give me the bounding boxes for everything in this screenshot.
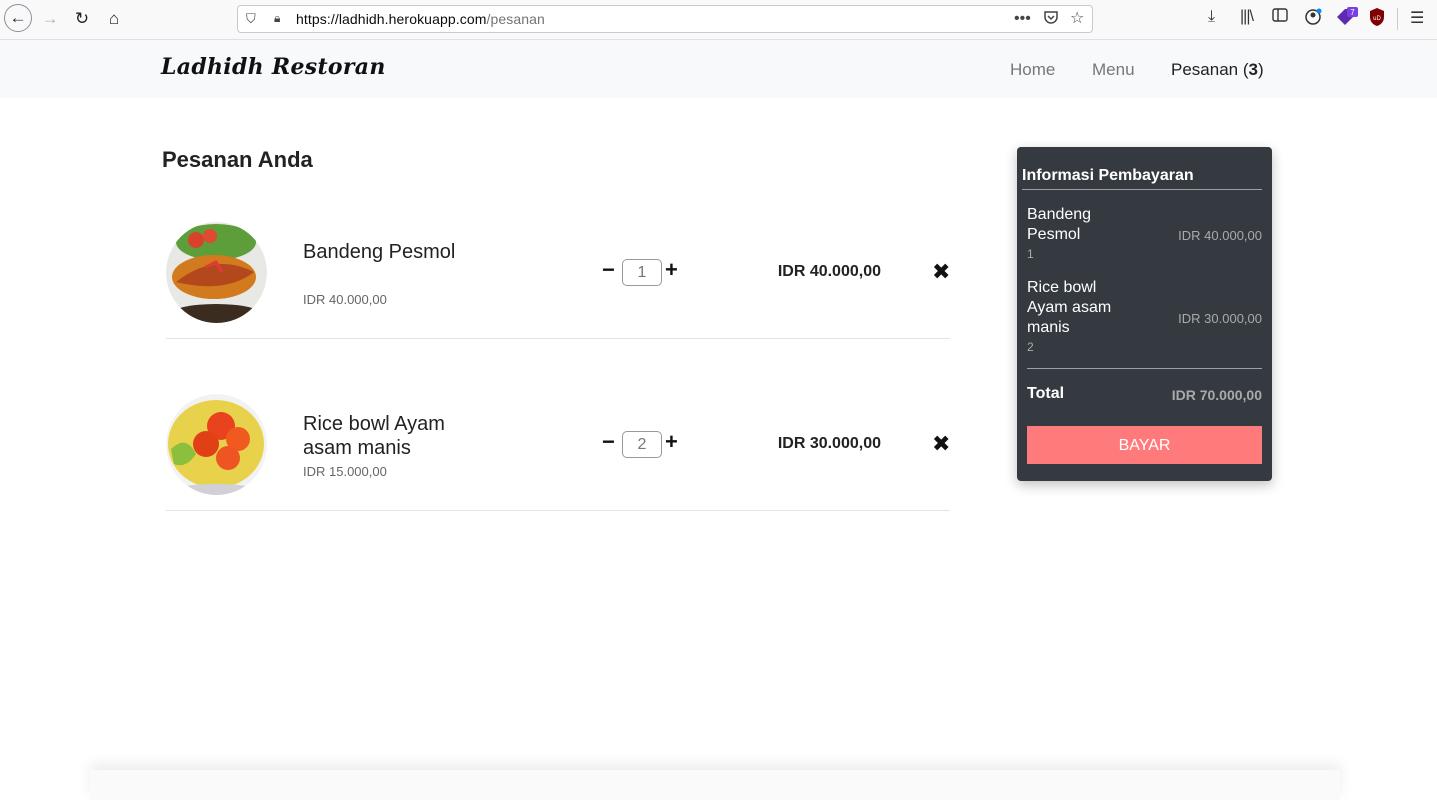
increase-qty-button[interactable]: + [665,430,678,454]
url-host: https://ladhidh.herokuapp.com [296,11,487,27]
payment-item-name: Rice bowl Ayam asam manis [1027,279,1112,336]
payment-item-qty: 2 [1027,340,1034,354]
total-amount: IDR 70.000,00 [1171,387,1262,403]
toolbar-divider [1397,8,1398,30]
item-name: Rice bowl Ayam asam manis [303,413,445,459]
remove-item-icon[interactable]: ✖ [932,260,950,284]
url-path: /pesanan [486,11,545,27]
payment-row: Bandeng Pesmol 1 IDR 40.000,00 [1027,205,1262,265]
payment-title: Informasi Pembayaran [1022,167,1194,184]
payment-row: Rice bowl Ayam asam manis 2 IDR 30.000,0… [1027,278,1262,358]
payment-panel: Informasi Pembayaran Bandeng Pesmol 1 ID… [1017,147,1272,481]
order-item: Bandeng Pesmol IDR 40.000,00 − 1 + IDR 4… [166,208,950,339]
forward-icon[interactable]: → [37,6,63,32]
food-image-bandeng [166,222,267,323]
item-subtotal: IDR 40.000,00 [777,263,881,280]
url-text[interactable]: https://ladhidh.herokuapp.com/pesanan [296,11,545,27]
url-bar[interactable]: ⛉ 🔒︎ https://ladhidh.herokuapp.com/pesan… [237,5,1093,33]
remove-item-icon[interactable]: ✖ [932,432,950,456]
decrease-qty-button[interactable]: − [602,258,615,282]
pocket-icon[interactable] [1043,9,1059,30]
item-unit-price: IDR 40.000,00 [303,292,387,307]
home-icon[interactable]: ⌂ [101,6,127,32]
downloads-icon[interactable]: ⤓ [1208,8,1215,26]
library-icon[interactable]: |||\ [1240,8,1254,26]
increase-qty-button[interactable]: + [665,258,678,282]
payment-item-name: Bandeng Pesmol [1027,206,1092,243]
account-icon[interactable] [1304,8,1322,31]
extension-icon[interactable]: 7 [1335,5,1359,32]
order-count: 3 [1248,60,1258,79]
tracking-shield-icon[interactable]: ⛉ [246,11,260,27]
order-item: Rice bowl Ayam asam manis IDR 15.000,00 … [166,380,950,511]
payment-item-amount: IDR 40.000,00 [1178,228,1262,243]
browser-toolbar: ← → ↻ ⌂ ⛉ 🔒︎ https://ladhidh.herokuapp.c… [0,0,1437,40]
divider [1022,189,1262,190]
item-name: Bandeng Pesmol [303,241,456,263]
quantity-input[interactable]: 2 [622,431,662,458]
sidebar-icon[interactable] [1272,8,1288,27]
total-label: Total [1027,385,1065,402]
nav-pesanan-label: Pesanan ( [1171,60,1249,79]
hamburger-menu-icon[interactable]: ☰ [1410,8,1424,28]
reload-icon[interactable]: ↻ [69,6,95,32]
nav-home[interactable]: Home [1010,60,1055,80]
brand-logo[interactable]: Ladhidh Restoran [161,54,386,80]
footer-shadow [90,770,1340,800]
bookmark-star-icon[interactable]: ☆ [1070,8,1084,28]
item-unit-price: IDR 15.000,00 [303,464,387,479]
divider [1027,368,1262,369]
decrease-qty-button[interactable]: − [602,430,615,454]
page-title: Pesanan Anda [162,147,313,172]
payment-item-amount: IDR 30.000,00 [1178,311,1262,326]
pay-button[interactable]: BAYAR [1027,426,1262,464]
page-actions-icon[interactable]: ••• [1014,10,1031,28]
food-image-rice-bowl [166,394,267,495]
item-subtotal: IDR 30.000,00 [777,435,881,452]
payment-item-qty: 1 [1027,247,1034,261]
extension-badge: 7 [1350,8,1355,17]
quantity-input[interactable]: 1 [622,259,662,286]
ublock-label: uD [1373,16,1381,22]
ublock-icon[interactable]: uD [1368,7,1386,32]
nav-pesanan-close: ) [1257,60,1264,79]
lock-icon[interactable]: 🔒︎ [274,11,280,26]
nav-pesanan[interactable]: Pesanan (3) [1171,60,1264,80]
site-navbar: Ladhidh Restoran Home Menu Pesanan (3) [0,40,1437,98]
nav-menu[interactable]: Menu [1092,60,1135,80]
back-icon[interactable]: ← [4,4,32,32]
